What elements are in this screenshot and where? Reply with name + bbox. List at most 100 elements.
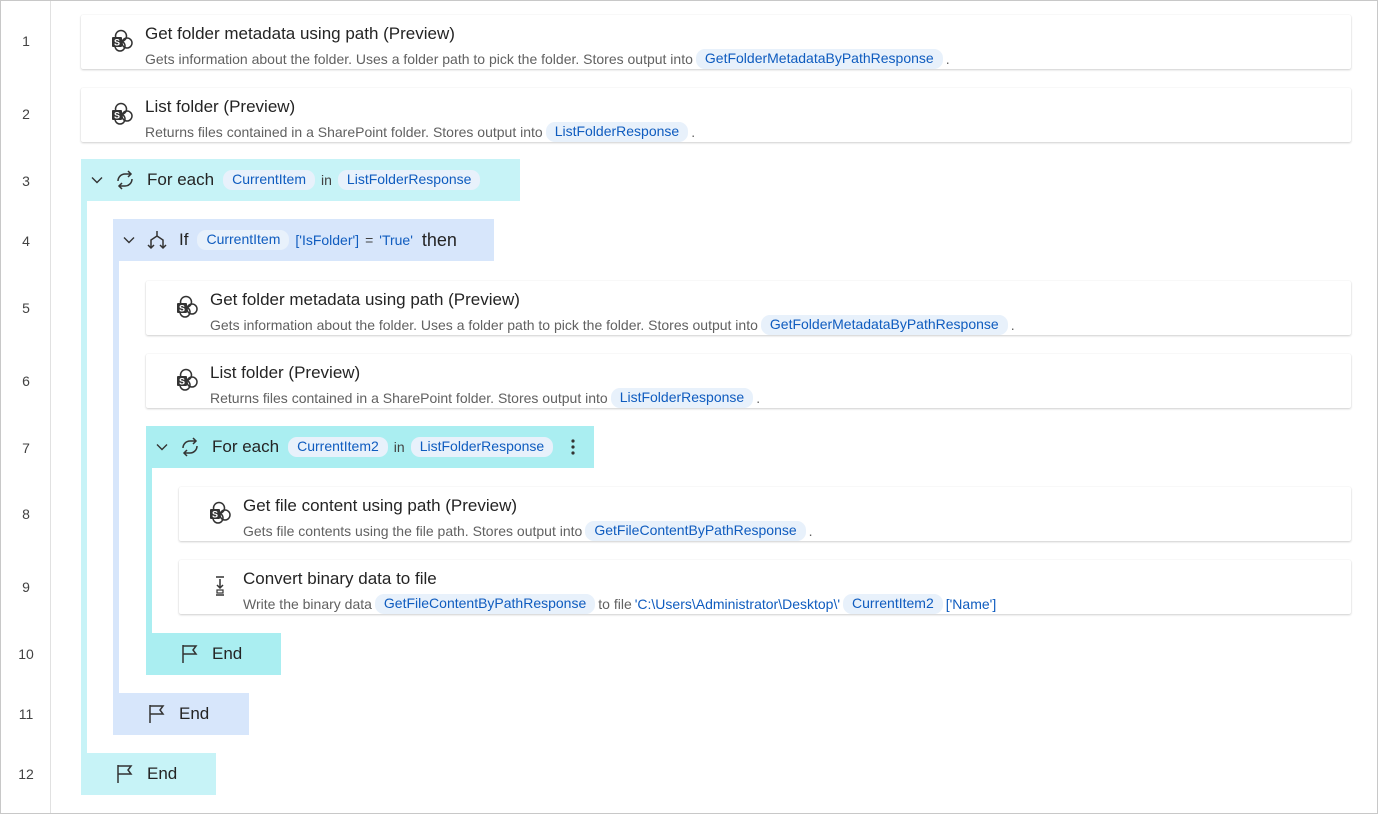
variable-token[interactable]: ListFolderResponse (410, 437, 554, 457)
variable-token[interactable]: ListFolderResponse (610, 388, 754, 408)
svg-text:S: S (212, 510, 218, 520)
for-each-keyword: For each (147, 170, 215, 189)
variable-token[interactable]: CurrentItem (223, 170, 316, 190)
variable-token[interactable]: GetFileContentByPathResponse (374, 594, 596, 614)
description-text: Gets file contents using the file path. … (243, 523, 583, 539)
chevron-down-icon[interactable] (123, 234, 135, 246)
operator: = (365, 232, 374, 248)
condition-icon (147, 231, 167, 250)
action-description: Returns files contained in a SharePoint … (145, 122, 695, 142)
svg-text:S: S (179, 377, 185, 387)
description-text: Gets information about the folder. Uses … (145, 51, 693, 67)
line-number: 3 (22, 173, 30, 189)
variable-token[interactable]: ListFolderResponse (337, 170, 481, 190)
in-keyword: in (393, 439, 405, 455)
flag-icon (149, 705, 165, 723)
property-key: ['IsFolder'] (295, 232, 360, 248)
end-keyword: End (212, 644, 243, 663)
property-key: ['Name'] (945, 596, 997, 612)
line-number-gutter: 1 2 3 4 5 6 7 8 9 10 11 12 (1, 1, 51, 813)
description-text: Returns files contained in a SharePoint … (210, 390, 608, 406)
foreach-scope-bar (81, 201, 87, 753)
variable-token[interactable]: CurrentItem (197, 230, 290, 250)
action-card-list-folder[interactable]: S List folder (Preview) Returns files co… (81, 88, 1351, 142)
flag-icon (182, 645, 198, 663)
for-each-block[interactable]: For each CurrentItem2 in ListFolderRespo… (146, 426, 594, 468)
variable-token[interactable]: CurrentItem2 (843, 594, 943, 614)
svg-text:S: S (179, 304, 185, 314)
end-block[interactable]: End (146, 633, 281, 675)
action-title: List folder (Preview) (210, 363, 361, 382)
variable-token[interactable]: CurrentItem2 (288, 437, 388, 457)
line-number: 2 (22, 106, 30, 122)
literal-value: 'True' (379, 232, 413, 248)
line-number: 12 (18, 766, 34, 782)
loop-icon (182, 437, 198, 457)
flag-icon (117, 765, 133, 783)
description-text: Gets information about the folder. Uses … (210, 317, 758, 333)
svg-text:S: S (114, 111, 120, 121)
loop-icon (117, 170, 133, 190)
line-number: 7 (22, 440, 30, 456)
then-keyword: then (421, 229, 457, 250)
end-keyword: End (147, 764, 178, 783)
foreach-inner-scope-bar (146, 468, 152, 633)
action-description: Gets information about the folder. Uses … (145, 49, 950, 69)
action-card-get-folder-metadata[interactable]: S Get folder metadata using path (Previe… (81, 15, 1351, 69)
variable-token[interactable]: GetFolderMetadataByPathResponse (760, 315, 1008, 335)
in-keyword: in (321, 172, 332, 188)
sharepoint-icon: S (210, 501, 231, 524)
action-description: Returns files contained in a SharePoint … (210, 388, 760, 408)
variable-token[interactable]: GetFolderMetadataByPathResponse (695, 49, 943, 69)
svg-text:S: S (114, 38, 120, 48)
description-end: . (808, 523, 813, 539)
line-number: 11 (18, 706, 34, 722)
variable-token[interactable]: GetFileContentByPathResponse (585, 521, 806, 541)
description-end: . (1010, 317, 1015, 333)
action-card-convert-binary-to-file[interactable]: Convert binary data to file Write the bi… (179, 560, 1351, 614)
more-options-icon[interactable] (564, 436, 582, 458)
description-text: Write the binary data (243, 596, 372, 612)
file-path-literal: 'C:\Users\Administrator\Desktop\' (634, 596, 841, 612)
sharepoint-icon: S (112, 102, 133, 125)
line-number: 5 (22, 300, 30, 316)
sharepoint-icon: S (177, 368, 198, 391)
line-number: 6 (22, 373, 30, 389)
if-block[interactable]: If CurrentItem ['IsFolder'] = 'True' the… (113, 219, 494, 261)
convert-file-icon (216, 576, 224, 596)
line-number: 8 (22, 506, 30, 522)
action-title: Get file content using path (Preview) (243, 496, 518, 515)
line-number: 1 (22, 33, 30, 49)
description-end: . (945, 51, 950, 67)
sharepoint-icon: S (112, 29, 133, 52)
end-block[interactable]: End (81, 753, 216, 795)
action-card-list-folder[interactable]: S List folder (Preview) Returns files co… (146, 354, 1351, 408)
end-keyword: End (179, 704, 210, 723)
line-number: 4 (22, 233, 30, 249)
action-title: Get folder metadata using path (Preview) (210, 290, 520, 309)
line-number: 9 (22, 579, 30, 595)
if-scope-bar (113, 261, 119, 693)
action-card-get-file-content[interactable]: S Get file content using path (Preview) … (179, 487, 1351, 541)
line-number: 10 (18, 646, 34, 662)
end-block[interactable]: End (113, 693, 249, 735)
description-end: . (691, 124, 696, 140)
action-title: List folder (Preview) (145, 97, 296, 116)
action-card-get-folder-metadata[interactable]: S Get folder metadata using path (Previe… (146, 281, 1351, 335)
chevron-down-icon[interactable] (156, 441, 168, 453)
action-description: Gets information about the folder. Uses … (210, 315, 1015, 335)
chevron-down-icon[interactable] (91, 174, 103, 186)
for-each-block[interactable]: For each CurrentItem in ListFolderRespon… (81, 159, 520, 201)
sharepoint-icon: S (177, 295, 198, 318)
action-description: Gets file contents using the file path. … (243, 521, 813, 541)
description-end: . (756, 390, 761, 406)
if-keyword: If (179, 230, 189, 249)
for-each-keyword: For each (212, 437, 280, 456)
variable-token[interactable]: ListFolderResponse (545, 122, 689, 142)
action-title: Convert binary data to file (243, 569, 437, 588)
to-file-text: to file (598, 596, 632, 612)
description-text: Returns files contained in a SharePoint … (145, 124, 543, 140)
flow-designer-canvas: 1 2 3 4 5 6 7 8 9 10 11 12 S Get folder … (0, 0, 1378, 814)
action-description: Write the binary data GetFileContentByPa… (243, 594, 996, 614)
action-title: Get folder metadata using path (Preview) (145, 24, 455, 43)
